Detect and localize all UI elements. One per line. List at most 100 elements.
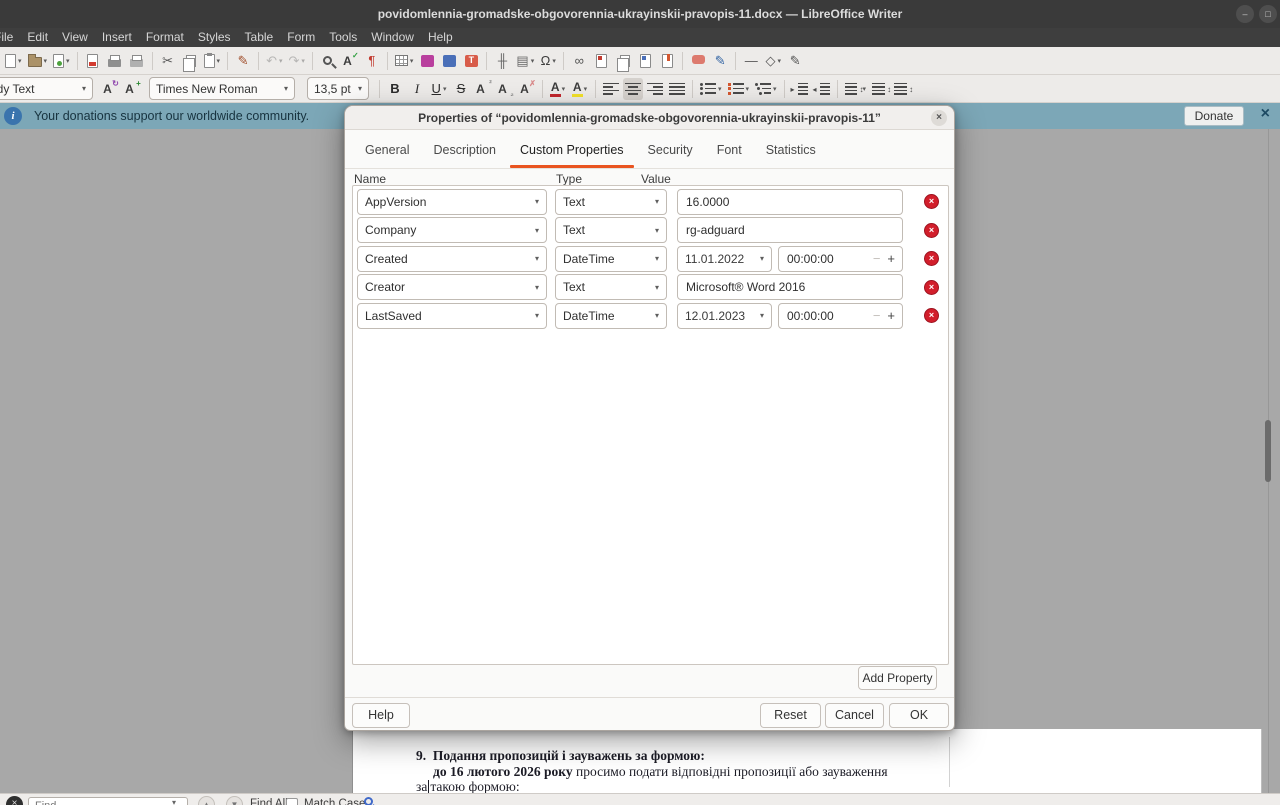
new-document-icon[interactable]: ▾ <box>3 50 24 72</box>
tab-statistics[interactable]: Statistics <box>754 139 828 165</box>
find-input[interactable] <box>28 797 188 805</box>
font-color-icon[interactable]: A▾ <box>548 78 568 100</box>
property-date-combo[interactable]: 11.01.2022▾ <box>677 246 772 272</box>
paste-icon[interactable]: ▾ <box>202 50 223 72</box>
document-page[interactable]: 9. Подання пропозицій і зауважень за фор… <box>352 729 1262 793</box>
subscript-icon[interactable]: A₂ <box>495 78 515 100</box>
tab-security[interactable]: Security <box>636 139 705 165</box>
reset-button[interactable]: Reset <box>760 703 821 728</box>
find-replace-icon[interactable] <box>318 50 338 72</box>
italic-icon[interactable]: I <box>407 78 427 100</box>
property-date-combo[interactable]: 12.01.2023▾ <box>677 303 772 329</box>
strikethrough-icon[interactable]: S <box>451 78 471 100</box>
decrease-paragraph-spacing-icon[interactable]: ↕ <box>892 78 912 100</box>
insert-table-icon[interactable]: ▾ <box>393 50 416 72</box>
find-previous-button[interactable]: ▲ <box>198 796 215 805</box>
vertical-scrollbar-thumb[interactable] <box>1265 420 1271 482</box>
align-left-icon[interactable] <box>601 78 621 100</box>
justify-icon[interactable] <box>667 78 687 100</box>
line-icon[interactable]: — <box>741 50 761 72</box>
spelling-icon[interactable]: A✓ <box>340 50 360 72</box>
property-name-combo[interactable]: AppVersion▾ <box>357 189 547 215</box>
hyperlink-icon[interactable]: ∞ <box>569 50 589 72</box>
time-decrement-button[interactable]: − <box>868 308 886 323</box>
line-spacing-icon[interactable]: ↕▾ <box>843 78 869 100</box>
insert-chart-icon[interactable] <box>439 50 459 72</box>
donate-button[interactable]: Donate <box>1184 106 1244 126</box>
property-time-field[interactable]: 00:00:00 − + <box>778 303 903 329</box>
page-break-icon[interactable]: ╫ <box>492 50 512 72</box>
tab-custom-properties[interactable]: Custom Properties <box>508 139 636 165</box>
copy-icon[interactable] <box>180 50 200 72</box>
find-history-chevron-icon[interactable]: ▾ <box>172 798 176 805</box>
time-decrement-button[interactable]: − <box>868 251 886 266</box>
match-case-checkbox[interactable] <box>286 798 298 805</box>
cancel-button[interactable]: Cancel <box>825 703 884 728</box>
cut-icon[interactable]: ✂ <box>158 50 178 72</box>
menu-tools[interactable]: Tools <box>322 28 364 47</box>
time-increment-button[interactable]: + <box>885 251 897 266</box>
freeform-line-icon[interactable]: ✎ <box>785 50 805 72</box>
tab-general[interactable]: General <box>353 139 421 165</box>
property-name-combo[interactable]: Company▾ <box>357 217 547 243</box>
endnote-icon[interactable] <box>613 50 633 72</box>
footnote-icon[interactable] <box>591 50 611 72</box>
remove-property-button[interactable]: × <box>924 308 939 323</box>
remove-property-button[interactable]: × <box>924 280 939 295</box>
bookmark-icon[interactable] <box>657 50 677 72</box>
property-name-combo[interactable]: LastSaved▾ <box>357 303 547 329</box>
find-close-icon[interactable]: × <box>6 796 23 805</box>
clone-formatting-icon[interactable]: ✎ <box>233 50 253 72</box>
basic-shapes-icon[interactable]: ◇▾ <box>763 50 783 72</box>
undo-icon[interactable]: ↶▾ <box>264 50 284 72</box>
increase-indent-icon[interactable]: ▸ <box>790 78 810 100</box>
property-type-combo[interactable]: Text▾ <box>555 189 667 215</box>
remove-property-button[interactable]: × <box>924 223 939 238</box>
special-character-icon[interactable]: Ω▾ <box>538 50 558 72</box>
underline-icon[interactable]: U▾ <box>429 78 449 100</box>
property-value-input[interactable] <box>677 189 903 215</box>
tab-description[interactable]: Description <box>421 139 508 165</box>
new-style-icon[interactable]: A+ <box>122 78 142 100</box>
print-preview-icon[interactable] <box>127 50 147 72</box>
menu-form[interactable]: Form <box>280 28 322 47</box>
align-center-icon[interactable] <box>623 78 643 100</box>
paragraph-style-combo[interactable]: Body Text▾ <box>3 78 98 100</box>
property-time-field[interactable]: 00:00:00 − + <box>778 246 903 272</box>
menu-window[interactable]: Window <box>364 28 421 47</box>
cross-reference-icon[interactable] <box>635 50 655 72</box>
dialog-close-button[interactable]: × <box>931 110 947 126</box>
insert-image-icon[interactable] <box>417 50 437 72</box>
property-type-combo[interactable]: Text▾ <box>555 217 667 243</box>
find-next-button[interactable]: ▼ <box>226 796 243 805</box>
update-style-icon[interactable]: A↻ <box>100 78 120 100</box>
numbered-list-icon[interactable]: ▾ <box>726 78 752 100</box>
insert-text-box-icon[interactable]: T <box>461 50 481 72</box>
menu-table[interactable]: Table <box>238 28 281 47</box>
decrease-indent-icon[interactable]: ◂ <box>812 78 832 100</box>
tab-font[interactable]: Font <box>705 139 754 165</box>
menu-insert[interactable]: Insert <box>95 28 139 47</box>
bullet-list-icon[interactable]: ▾ <box>698 78 724 100</box>
menu-format[interactable]: Format <box>139 28 191 47</box>
property-type-combo[interactable]: DateTime▾ <box>555 246 667 272</box>
track-changes-icon[interactable]: ✎ <box>710 50 730 72</box>
align-right-icon[interactable] <box>645 78 665 100</box>
remove-property-button[interactable]: × <box>924 251 939 266</box>
find-and-replace-icon[interactable] <box>364 797 373 805</box>
increase-paragraph-spacing-icon[interactable]: ↕ <box>870 78 890 100</box>
property-value-input[interactable] <box>677 274 903 300</box>
superscript-icon[interactable]: A² <box>473 78 493 100</box>
time-increment-button[interactable]: + <box>885 308 897 323</box>
outline-list-icon[interactable]: ▾ <box>753 78 779 100</box>
infobar-close-icon[interactable]: × <box>1261 105 1270 123</box>
bold-icon[interactable]: B <box>385 78 405 100</box>
clear-formatting-icon[interactable]: A✗ <box>517 78 537 100</box>
menu-edit[interactable]: Edit <box>20 28 55 47</box>
help-button[interactable]: Help <box>352 703 410 728</box>
comment-icon[interactable] <box>688 50 708 72</box>
save-icon[interactable]: ▾ <box>51 50 72 72</box>
export-pdf-icon[interactable] <box>83 50 103 72</box>
font-name-combo[interactable]: Times New Roman▾ <box>144 78 300 100</box>
menu-styles[interactable]: Styles <box>191 28 238 47</box>
